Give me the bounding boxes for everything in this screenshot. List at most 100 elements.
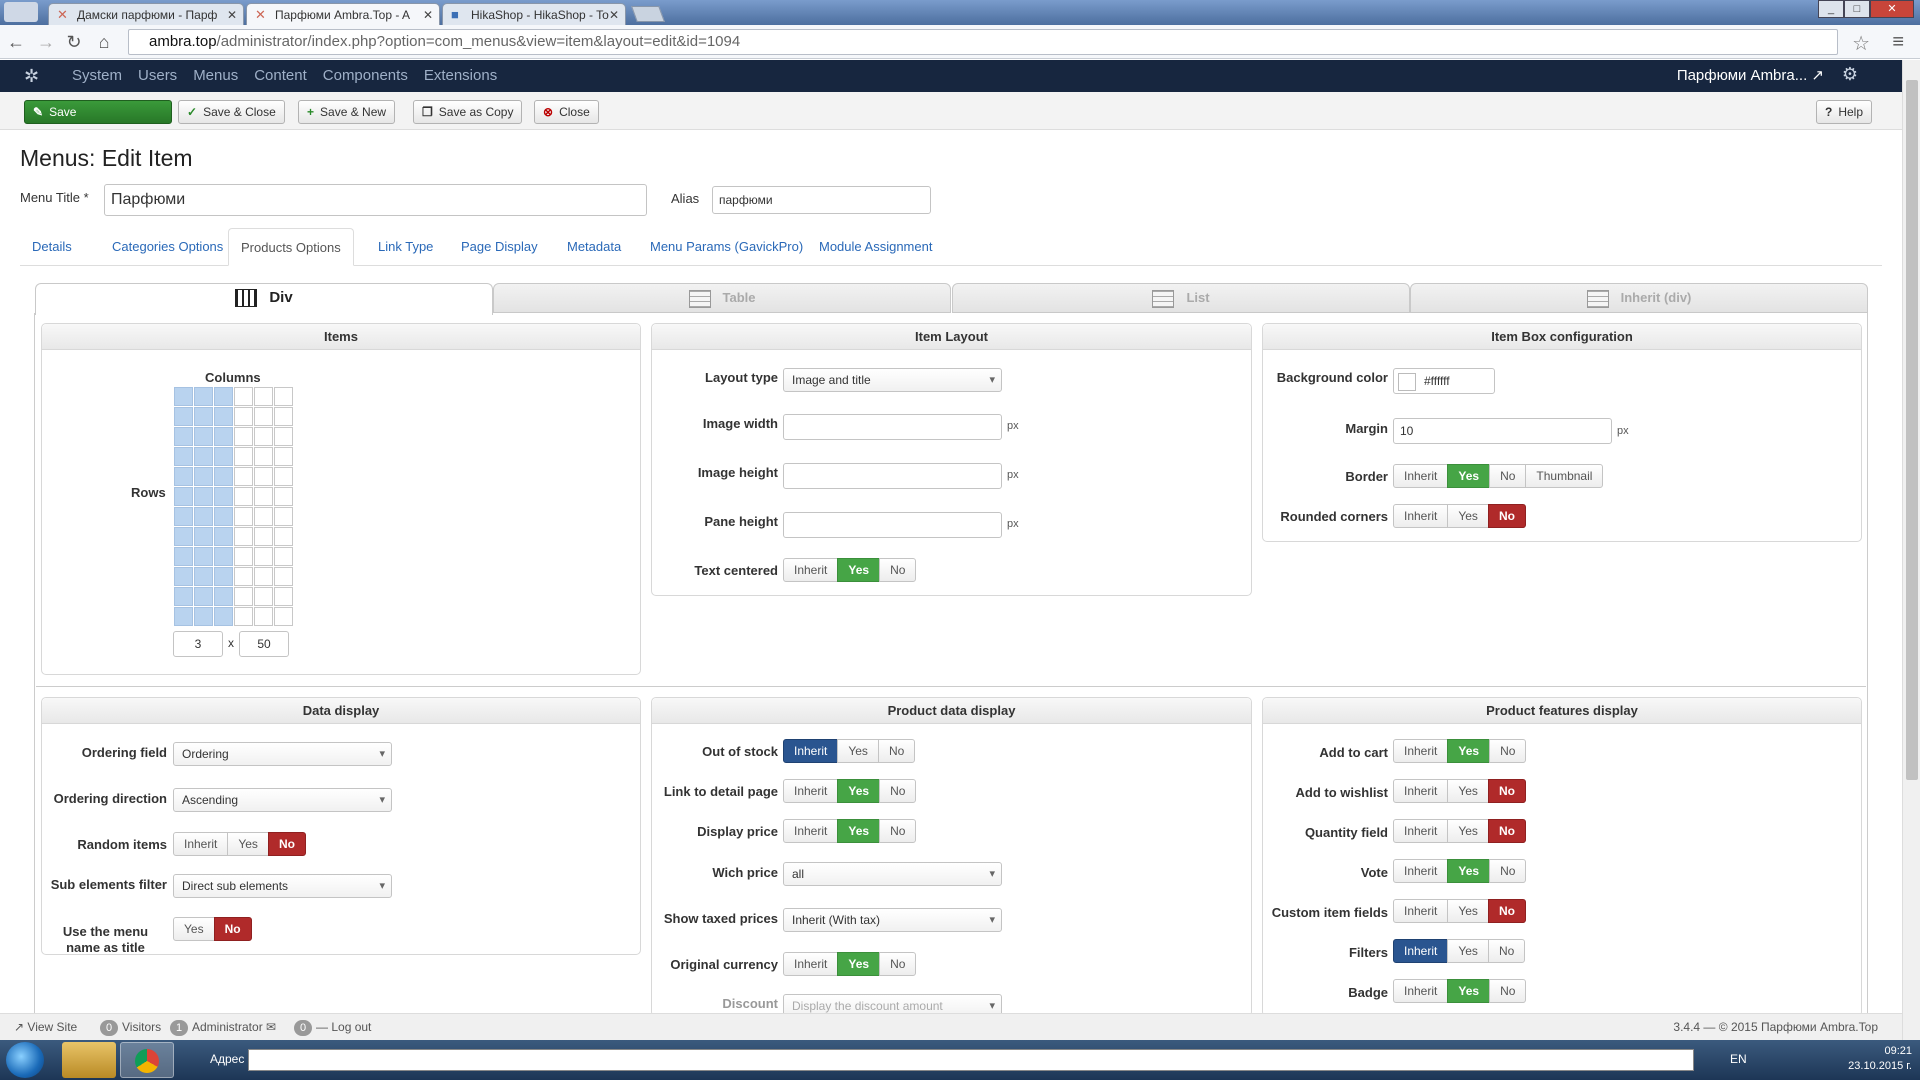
grid-cell[interactable] bbox=[214, 427, 233, 446]
grid-cell[interactable] bbox=[274, 527, 293, 546]
inherit-option[interactable]: Inherit bbox=[1393, 939, 1449, 963]
layout-type-select[interactable]: Image and title bbox=[783, 368, 1002, 392]
grid-cell[interactable] bbox=[214, 527, 233, 546]
menu-extensions[interactable]: Extensions bbox=[416, 60, 505, 92]
chrome-icon[interactable] bbox=[120, 1042, 174, 1078]
forward-icon[interactable]: → bbox=[36, 32, 56, 52]
inherit-option[interactable]: Inherit bbox=[783, 952, 839, 976]
explorer-icon[interactable] bbox=[62, 1042, 116, 1078]
no-option[interactable]: No bbox=[1489, 979, 1527, 1003]
grid-cell[interactable] bbox=[234, 567, 253, 586]
yes-option[interactable]: Yes bbox=[1447, 979, 1491, 1003]
grid-cell[interactable] bbox=[274, 387, 293, 406]
no-option[interactable]: No bbox=[1487, 819, 1526, 843]
inherit-option[interactable]: Inherit bbox=[783, 739, 839, 763]
grid-cell[interactable] bbox=[214, 587, 233, 606]
color-swatch[interactable] bbox=[1398, 373, 1416, 391]
grid-cell[interactable] bbox=[214, 467, 233, 486]
bookmark-star-icon[interactable]: ☆ bbox=[1852, 31, 1870, 56]
yes-option[interactable]: Yes bbox=[837, 779, 881, 803]
grid-cell[interactable] bbox=[234, 547, 253, 566]
yes-option[interactable]: Yes bbox=[1447, 504, 1489, 528]
no-option[interactable]: No bbox=[1487, 504, 1526, 528]
show-taxed-select[interactable]: Inherit (With tax) bbox=[783, 908, 1002, 932]
no-option[interactable]: No bbox=[877, 739, 916, 763]
grid-cell[interactable] bbox=[214, 607, 233, 626]
grid-cell[interactable] bbox=[174, 467, 193, 486]
grid-cell[interactable] bbox=[194, 587, 213, 606]
layout-tab-inherit[interactable]: Inherit (div) bbox=[1410, 283, 1868, 313]
tab-module-assignment[interactable]: Module Assignment bbox=[807, 228, 944, 266]
ordering-field-select[interactable]: Ordering bbox=[173, 742, 392, 766]
no-option[interactable]: No bbox=[1487, 939, 1526, 963]
layout-tab-table[interactable]: Table bbox=[493, 283, 951, 313]
grid-cell[interactable] bbox=[194, 407, 213, 426]
inherit-option[interactable]: Inherit bbox=[1393, 859, 1449, 883]
grid-cell[interactable] bbox=[234, 507, 253, 526]
grid-cell[interactable] bbox=[254, 447, 273, 466]
yes-option[interactable]: Yes bbox=[1447, 819, 1489, 843]
grid-cell[interactable] bbox=[274, 407, 293, 426]
grid-cell[interactable] bbox=[254, 607, 273, 626]
browser-tab-3[interactable]: ■ HikaShop - HikaShop - To ✕ bbox=[442, 3, 626, 25]
grid-cell[interactable] bbox=[254, 587, 273, 606]
grid-cell[interactable] bbox=[174, 607, 193, 626]
save-button[interactable]: ✎ Save bbox=[24, 100, 172, 124]
grid-cell[interactable] bbox=[194, 547, 213, 566]
page-scrollbar[interactable] bbox=[1902, 60, 1920, 1040]
grid-cell[interactable] bbox=[194, 507, 213, 526]
browser-menu-icon[interactable] bbox=[4, 2, 38, 22]
yes-option[interactable]: Yes bbox=[837, 739, 879, 763]
yes-option[interactable]: Yes bbox=[1447, 899, 1489, 923]
browser-tab-2[interactable]: ✕ Парфюми Ambra.Top - A ✕ bbox=[246, 3, 440, 25]
reload-icon[interactable]: ↻ bbox=[64, 32, 84, 52]
tab-products-options[interactable]: Products Options bbox=[228, 228, 354, 266]
grid-cell[interactable] bbox=[234, 447, 253, 466]
columns-input[interactable]: 3 bbox=[173, 631, 223, 657]
yes-option[interactable]: Yes bbox=[1447, 464, 1491, 488]
menu-components[interactable]: Components bbox=[315, 60, 416, 92]
grid-cell[interactable] bbox=[234, 467, 253, 486]
grid-cell[interactable] bbox=[214, 507, 233, 526]
grid-cell[interactable] bbox=[214, 387, 233, 406]
grid-cell[interactable] bbox=[234, 487, 253, 506]
grid-cell[interactable] bbox=[194, 447, 213, 466]
back-icon[interactable]: ← bbox=[6, 32, 26, 52]
no-option[interactable]: No bbox=[879, 558, 917, 582]
no-option[interactable]: No bbox=[879, 819, 917, 843]
grid-cell[interactable] bbox=[234, 587, 253, 606]
margin-input[interactable]: 10 bbox=[1393, 418, 1612, 444]
inherit-option[interactable]: Inherit bbox=[1393, 899, 1449, 923]
grid-cell[interactable] bbox=[274, 487, 293, 506]
image-height-input[interactable] bbox=[783, 463, 1002, 489]
grid-cell[interactable] bbox=[174, 507, 193, 526]
tab-page-display[interactable]: Page Display bbox=[449, 228, 550, 266]
url-input[interactable]: ambra.top/administrator/index.php?option… bbox=[128, 29, 1838, 55]
view-site-link[interactable]: ↗ View Site bbox=[14, 1014, 77, 1040]
grid-cell[interactable] bbox=[174, 587, 193, 606]
save-copy-button[interactable]: ❐ Save as Copy bbox=[413, 100, 523, 124]
yes-option[interactable]: Yes bbox=[1447, 779, 1489, 803]
layout-tab-list[interactable]: List bbox=[952, 283, 1410, 313]
tab-details[interactable]: Details bbox=[20, 228, 84, 266]
pane-height-input[interactable] bbox=[783, 512, 1002, 538]
yes-option[interactable]: Yes bbox=[227, 832, 269, 856]
image-width-input[interactable] bbox=[783, 414, 1002, 440]
grid-cell[interactable] bbox=[274, 427, 293, 446]
no-option[interactable]: No bbox=[267, 832, 306, 856]
start-button[interactable] bbox=[6, 1042, 44, 1078]
close-tab-icon[interactable]: ✕ bbox=[227, 4, 237, 25]
close-window-button[interactable]: ✕ bbox=[1870, 0, 1914, 18]
no-option[interactable]: No bbox=[879, 779, 917, 803]
yes-option[interactable]: Yes bbox=[1447, 739, 1491, 763]
inherit-option[interactable]: Inherit bbox=[1393, 779, 1449, 803]
grid-cell[interactable] bbox=[274, 467, 293, 486]
alias-input[interactable]: парфюми bbox=[712, 186, 931, 214]
grid-cell[interactable] bbox=[234, 427, 253, 446]
grid-cell[interactable] bbox=[174, 547, 193, 566]
yes-option[interactable]: Yes bbox=[173, 917, 215, 941]
inherit-option[interactable]: Inherit bbox=[1393, 464, 1449, 488]
browser-tab-1[interactable]: ✕ Дамски парфюми - Парф ✕ bbox=[48, 3, 244, 25]
layout-tab-div[interactable]: Div bbox=[35, 283, 493, 315]
grid-cell[interactable] bbox=[194, 567, 213, 586]
